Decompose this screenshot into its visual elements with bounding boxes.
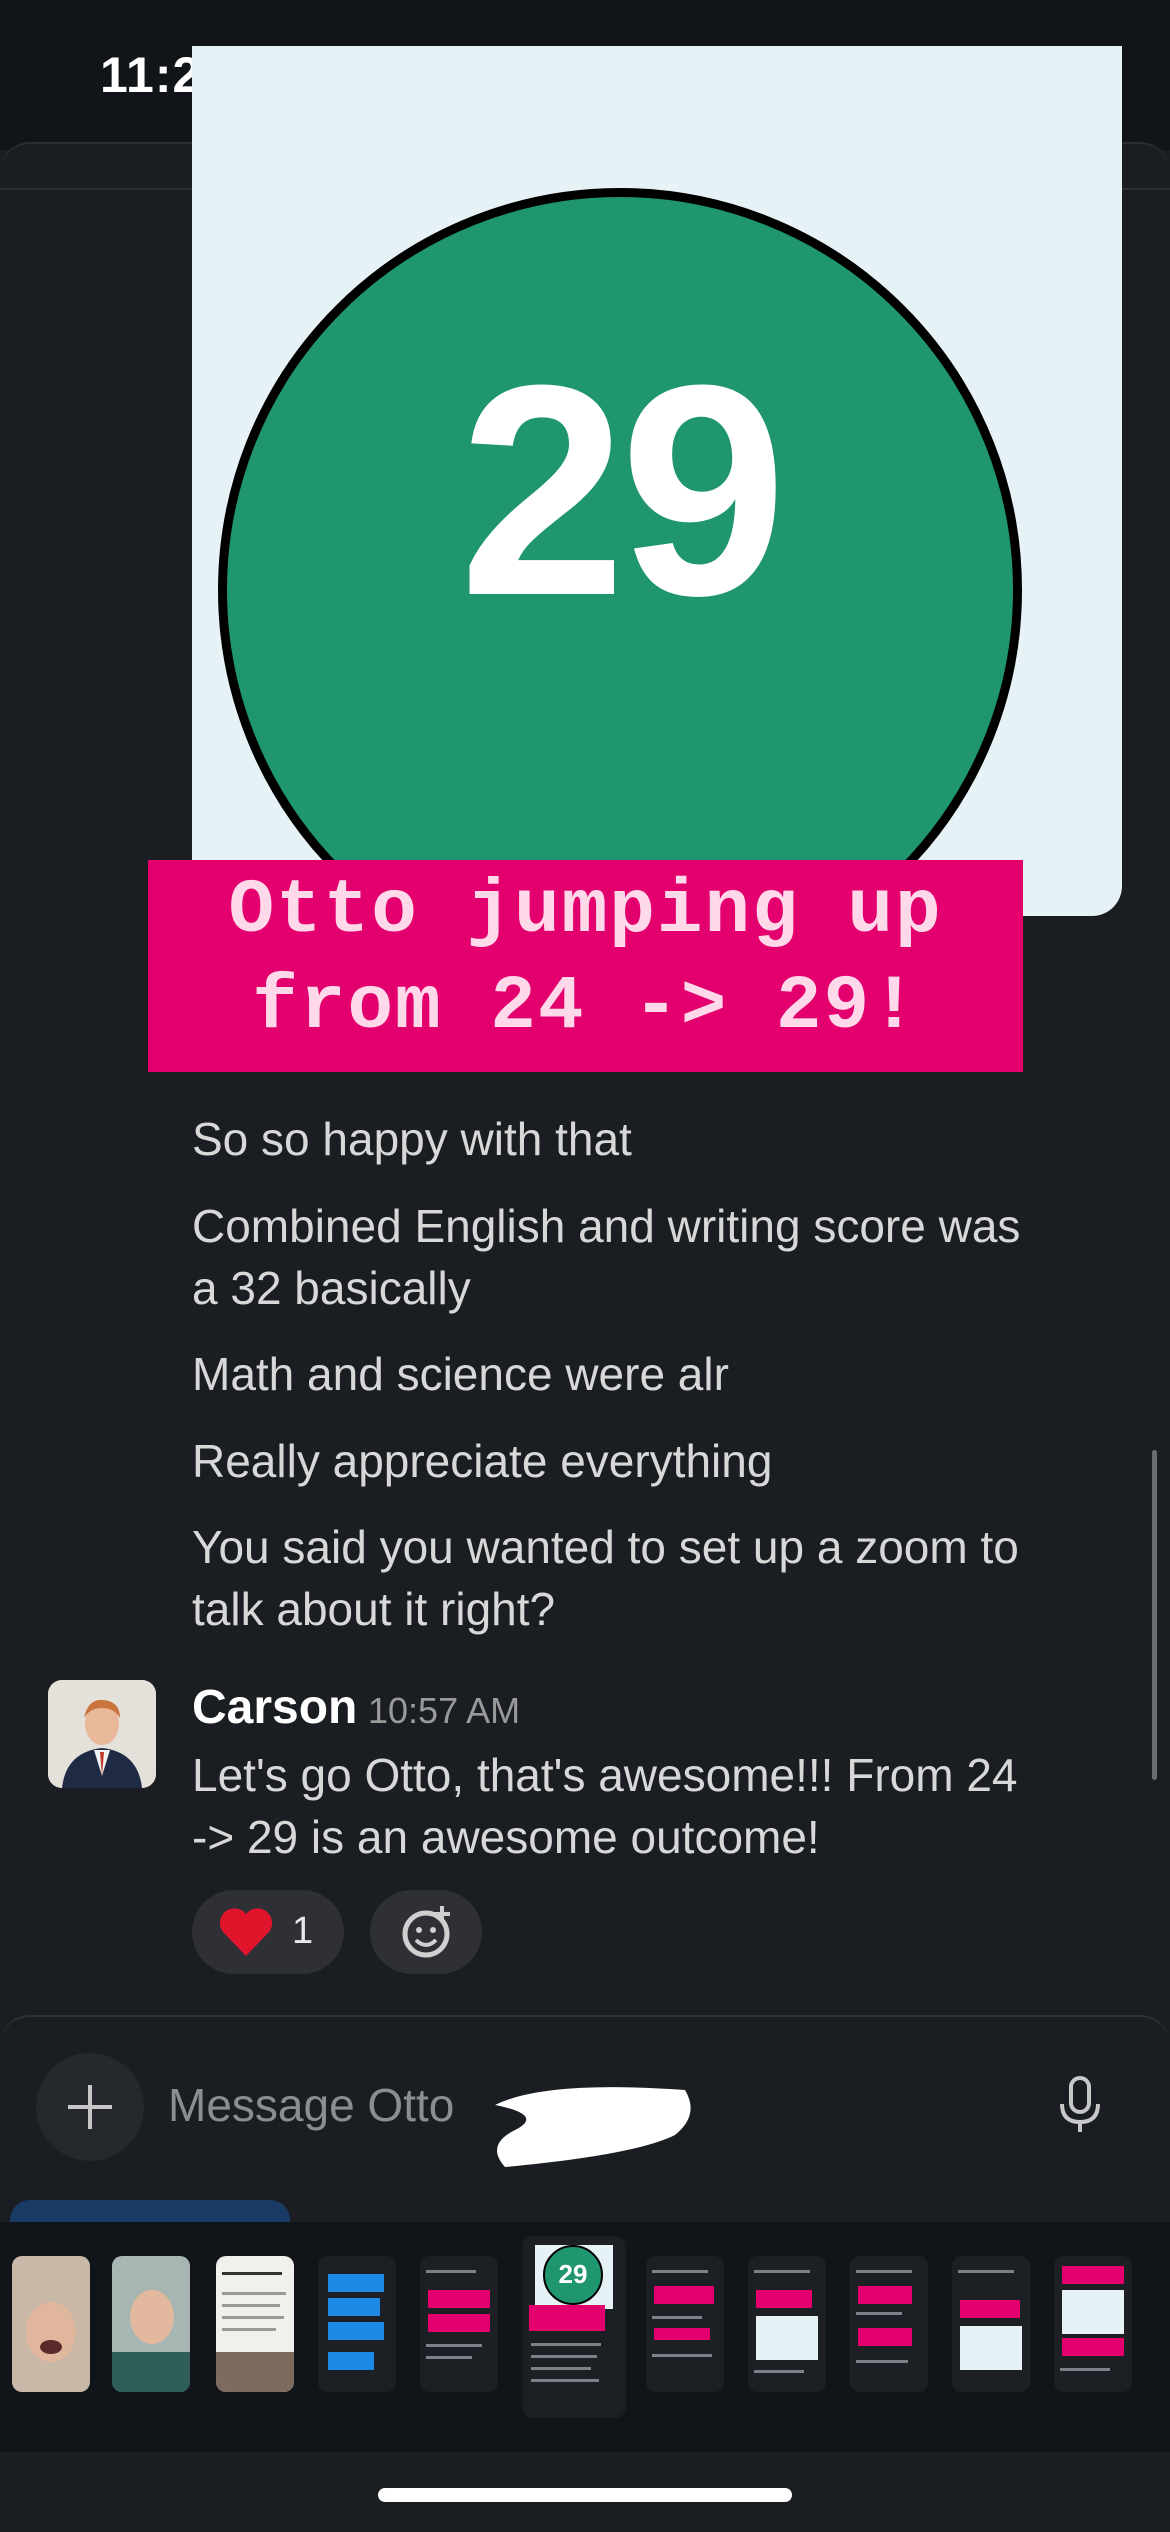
thumbnail[interactable] <box>112 2256 190 2392</box>
plus-icon <box>68 2085 112 2129</box>
attach-plus-button[interactable] <box>36 2053 144 2161</box>
score-badge-number: 29 <box>459 322 787 658</box>
microphone-icon[interactable] <box>1056 2076 1104 2136</box>
message-text: talk about it right? <box>192 1583 556 1635</box>
thumbnail[interactable] <box>318 2256 396 2392</box>
caption-line: Otto jumping up <box>228 868 943 954</box>
partial-card <box>10 2200 290 2222</box>
thumbnail[interactable] <box>1054 2256 1132 2392</box>
message-text: Really appreciate everything <box>192 1435 773 1487</box>
thumbnail[interactable] <box>850 2256 928 2392</box>
thumbnail[interactable] <box>216 2256 294 2392</box>
avatar[interactable] <box>48 1680 156 1788</box>
add-reaction-button[interactable] <box>370 1890 482 1974</box>
heart-icon <box>219 1908 273 1956</box>
thumbnail[interactable] <box>646 2256 724 2392</box>
message-text: So so happy with that <box>192 1113 632 1165</box>
heart-reaction-button[interactable]: 1 <box>192 1890 344 1974</box>
redaction-scribble <box>495 2087 691 2167</box>
message-text: Math and science were alr <box>192 1348 729 1400</box>
sender-name[interactable]: Carson <box>192 1680 357 1735</box>
thumbnail[interactable] <box>420 2256 498 2392</box>
caption-line: from 24 -> 29! <box>252 964 919 1050</box>
thumbnail-current[interactable]: 29 <box>522 2236 626 2418</box>
message-text: Combined English and writing score was <box>192 1200 1021 1252</box>
scrollbar-thumb[interactable] <box>1152 1450 1157 1780</box>
thumbnail-badge-number: 29 <box>558 2259 588 2289</box>
message-input[interactable]: Message Otto <box>168 2078 454 2132</box>
reaction-count: 1 <box>292 1910 314 1952</box>
message-text: Let's go Otto, that's awesome!!! From 24 <box>192 1749 1018 1801</box>
message-timestamp: 10:57 AM <box>368 1690 521 1731</box>
message-text: You said you wanted to set up a zoom to <box>192 1521 1019 1573</box>
message-text: a 32 basically <box>192 1262 471 1314</box>
add-emoji-icon <box>402 1906 450 1958</box>
thumbnail[interactable] <box>952 2256 1030 2392</box>
thumbnail[interactable] <box>748 2256 826 2392</box>
home-indicator[interactable] <box>378 2488 792 2502</box>
avatar-portrait-icon <box>48 1680 156 1788</box>
image-caption: Otto jumping up from 24 -> 29! <box>148 860 1023 1072</box>
message-text: -> 29 is an awesome outcome! <box>192 1811 820 1863</box>
thumbnail[interactable] <box>12 2256 90 2392</box>
